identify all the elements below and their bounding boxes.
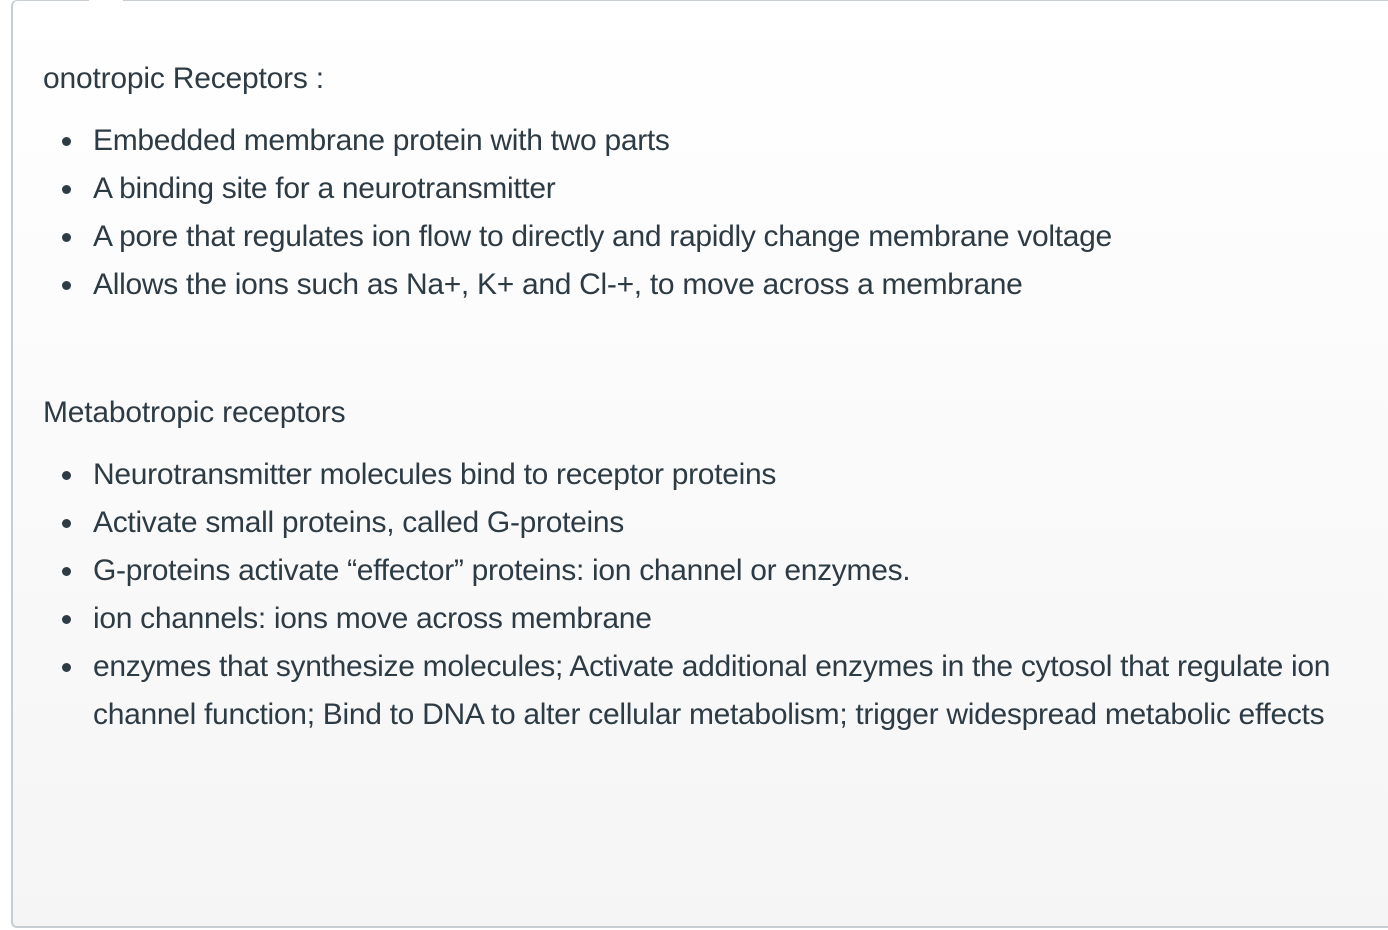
bullet-icon	[62, 233, 71, 242]
bullet-icon	[62, 185, 71, 194]
bullet-icon	[62, 137, 71, 146]
bullet-icon	[62, 663, 71, 672]
list-item-text: A binding site for a neurotransmitter	[93, 172, 556, 205]
list-item-text: Neurotransmitter molecules bind to recep…	[93, 458, 777, 491]
list-item: Neurotransmitter molecules bind to recep…	[62, 451, 1388, 499]
document-body: onotropic Receptors : Embedded membrane …	[43, 57, 1388, 739]
list-item-text: G-proteins activate “effector” proteins:…	[93, 554, 911, 587]
ionotropic-section: onotropic Receptors : Embedded membrane …	[43, 57, 1388, 309]
bullet-icon	[62, 471, 71, 480]
list-item: A binding site for a neurotransmitter	[62, 165, 1388, 213]
list-item: enzymes that synthesize molecules; Activ…	[62, 643, 1388, 739]
list-item: ion channels: ions move across membrane	[62, 595, 1388, 643]
bullet-icon	[62, 615, 71, 624]
list-item-text: Embedded membrane protein with two parts	[93, 124, 670, 157]
list-item: Embedded membrane protein with two parts	[62, 117, 1388, 165]
bullet-list: Neurotransmitter molecules bind to recep…	[43, 451, 1388, 739]
list-item-text: ion channels: ions move across membrane	[93, 602, 652, 635]
metabotropic-section: Metabotropic receptors Neurotransmitter …	[43, 391, 1388, 739]
bullet-icon	[62, 567, 71, 576]
list-item: Activate small proteins, called G-protei…	[62, 499, 1388, 547]
bullet-list: Embedded membrane protein with two parts…	[43, 117, 1388, 309]
list-item: G-proteins activate “effector” proteins:…	[62, 547, 1388, 595]
list-item-text: enzymes that synthesize molecules; Activ…	[93, 650, 1331, 731]
list-item-text: Allows the ions such as Na+, K+ and Cl-+…	[93, 268, 1023, 301]
section-heading: onotropic Receptors :	[43, 62, 324, 95]
list-item: Allows the ions such as Na+, K+ and Cl-+…	[62, 261, 1388, 309]
bullet-icon	[62, 281, 71, 290]
list-item: A pore that regulates ion flow to direct…	[62, 213, 1388, 261]
panel-notch	[89, 0, 123, 4]
section-heading: Metabotropic receptors	[43, 396, 346, 429]
content-panel: onotropic Receptors : Embedded membrane …	[11, 0, 1388, 928]
list-item-text: Activate small proteins, called G-protei…	[93, 506, 624, 539]
bullet-icon	[62, 519, 71, 528]
list-item-text: A pore that regulates ion flow to direct…	[93, 220, 1112, 253]
